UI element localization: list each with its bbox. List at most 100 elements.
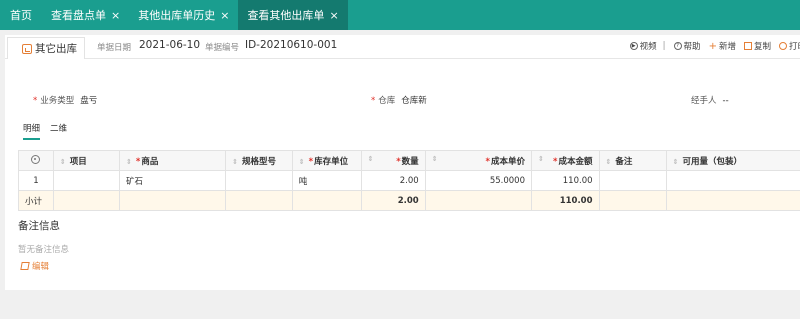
col-cost-amount[interactable]: ⇕ *成本金额 xyxy=(531,150,600,171)
cell-unit-cost[interactable]: 55.0000 xyxy=(424,170,533,191)
subtotal-row: 小计 2.00 110.00 xyxy=(18,190,800,211)
remarks-title: 备注信息 xyxy=(18,220,60,232)
cell-item[interactable] xyxy=(52,170,121,191)
col-available[interactable]: ⇕ 可用量（包装） xyxy=(665,150,800,171)
close-icon[interactable]: × xyxy=(329,10,338,21)
handler-value: -- xyxy=(722,96,729,106)
col-product-label: 商品 xyxy=(141,156,159,167)
tab-home[interactable]: 首页 xyxy=(0,0,42,30)
row-index: 1 xyxy=(18,170,54,191)
subtotal-label: 小计 xyxy=(18,190,54,211)
video-label: 视频 xyxy=(639,42,657,52)
biz-type-value: 盘亏 xyxy=(80,96,98,106)
sort-icon: ⇕ xyxy=(431,154,438,163)
biz-type-field: * 业务类型 盘亏 xyxy=(33,94,97,106)
col-unit-cost[interactable]: ⇕ *成本单价 xyxy=(424,150,533,171)
cell-remark[interactable] xyxy=(598,170,667,191)
subtab-detail[interactable]: 明细 xyxy=(23,122,41,140)
subtotal-cell xyxy=(52,190,121,211)
document-panel: 其它出库 单据日期 2021-06-10 单据编号 ID-20210610-00… xyxy=(5,35,800,290)
add-label: 新增 xyxy=(718,42,736,52)
edit-remarks-button[interactable]: 编辑 xyxy=(20,260,50,272)
subtotal-cell xyxy=(291,190,362,211)
close-icon[interactable]: × xyxy=(220,10,229,21)
help-icon: ? xyxy=(673,42,682,50)
add-button[interactable]: + 新增 xyxy=(709,40,736,53)
required-marker: * xyxy=(396,156,401,167)
required-marker: * xyxy=(33,96,38,106)
warehouse-label: 仓库 xyxy=(378,96,396,106)
help-button[interactable]: ? 帮助 xyxy=(673,40,701,52)
edit-label: 编辑 xyxy=(32,262,50,272)
cell-unit[interactable]: 吨 xyxy=(291,170,362,191)
cell-qty[interactable]: 2.00 xyxy=(360,170,426,191)
tab-label: 查看盘点单 xyxy=(51,9,106,22)
copy-icon xyxy=(743,42,752,50)
print-button[interactable]: 打印 xyxy=(778,40,800,52)
document-type-label: 其它出库 xyxy=(35,43,77,55)
cell-spec[interactable] xyxy=(225,170,293,191)
tab-home-label: 首页 xyxy=(10,9,32,22)
detail-table: ⇕ 项目 ⇕ *商品 ⇕ 规格型号 ⇕ *库存单位 ⇕ *数量 ⇕ *成本单价 ⇕ *成本金额… xyxy=(18,150,800,211)
tab-view-outbound[interactable]: 查看其他出库单 × xyxy=(238,0,348,30)
document-type-badge: 其它出库 xyxy=(7,37,85,59)
detail-subtabs: 明细 二维 xyxy=(23,122,77,140)
divider: | xyxy=(662,41,666,51)
tab-view-stocktake[interactable]: 查看盘点单 × xyxy=(42,0,129,30)
col-spec[interactable]: ⇕ 规格型号 xyxy=(225,150,293,171)
col-unit-label: 库存单位 xyxy=(314,156,349,167)
table-header-row: ⇕ 项目 ⇕ *商品 ⇕ 规格型号 ⇕ *库存单位 ⇕ *数量 ⇕ *成本单价 ⇕ *成本金额… xyxy=(18,150,800,171)
document-icon xyxy=(22,43,32,54)
handler-label: 经手人 xyxy=(691,96,717,106)
print-label: 打印 xyxy=(788,42,800,52)
subtotal-cost-amount: 110.00 xyxy=(531,190,600,211)
close-icon[interactable]: × xyxy=(111,10,120,21)
cell-available[interactable] xyxy=(665,170,800,191)
subtotal-cell xyxy=(665,190,800,211)
copy-button[interactable]: 复制 xyxy=(743,40,771,52)
sort-icon: ⇕ xyxy=(126,157,132,166)
number-value: ID-20210610-001 xyxy=(245,39,338,51)
col-remark[interactable]: ⇕ 备注 xyxy=(598,150,667,171)
help-label: 帮助 xyxy=(683,42,701,52)
col-item-label: 项目 xyxy=(69,156,87,167)
print-icon xyxy=(778,42,787,50)
subtab-2d[interactable]: 二维 xyxy=(50,122,67,140)
col-item[interactable]: ⇕ 项目 xyxy=(52,150,121,171)
required-marker: * xyxy=(371,96,376,106)
sort-icon: ⇕ xyxy=(59,157,66,166)
tab-outbound-history[interactable]: 其他出库单历史 × xyxy=(129,0,238,30)
column-settings[interactable] xyxy=(18,150,54,171)
handler-field: 经手人 -- xyxy=(691,94,729,106)
sort-icon: ⇕ xyxy=(538,154,544,163)
sort-icon: ⇕ xyxy=(367,154,374,163)
gear-icon xyxy=(31,154,41,164)
warehouse-field: * 仓库 仓库新 xyxy=(371,94,427,106)
col-cost-amount-label: 成本金额 xyxy=(558,156,593,167)
subtotal-cell xyxy=(225,190,293,211)
sort-icon: ⇕ xyxy=(232,157,238,166)
col-qty[interactable]: ⇕ *数量 xyxy=(360,150,426,171)
required-marker: * xyxy=(485,156,490,167)
col-unit[interactable]: ⇕ *库存单位 xyxy=(291,150,362,171)
video-button[interactable]: ▶ 视频 xyxy=(629,40,657,52)
biz-type-label: 业务类型 xyxy=(40,96,75,106)
cell-cost-amount[interactable]: 110.00 xyxy=(531,170,600,191)
col-spec-label: 规格型号 xyxy=(241,156,276,167)
sort-icon: ⇕ xyxy=(298,157,305,166)
required-marker: * xyxy=(135,156,141,167)
subtotal-cell xyxy=(598,190,667,211)
edit-icon xyxy=(20,262,30,270)
top-tab-bar: 首页 查看盘点单 × 其他出库单历史 × 查看其他出库单 × xyxy=(0,0,800,30)
warehouse-value: 仓库新 xyxy=(401,96,427,106)
required-marker: * xyxy=(553,156,558,167)
subtotal-qty: 2.00 xyxy=(360,190,426,211)
table-row[interactable]: 1 矿石 吨 2.00 55.0000 110.00 xyxy=(18,170,800,191)
document-header: 其它出库 单据日期 2021-06-10 单据编号 ID-20210610-00… xyxy=(5,35,800,59)
col-product[interactable]: ⇕ *商品 xyxy=(119,150,227,171)
date-value: 2021-06-10 xyxy=(139,39,201,51)
sort-icon: ⇕ xyxy=(672,157,679,166)
col-available-label: 可用量（包装） xyxy=(682,156,743,167)
play-icon: ▶ xyxy=(629,42,638,50)
cell-product[interactable]: 矿石 xyxy=(119,170,227,191)
